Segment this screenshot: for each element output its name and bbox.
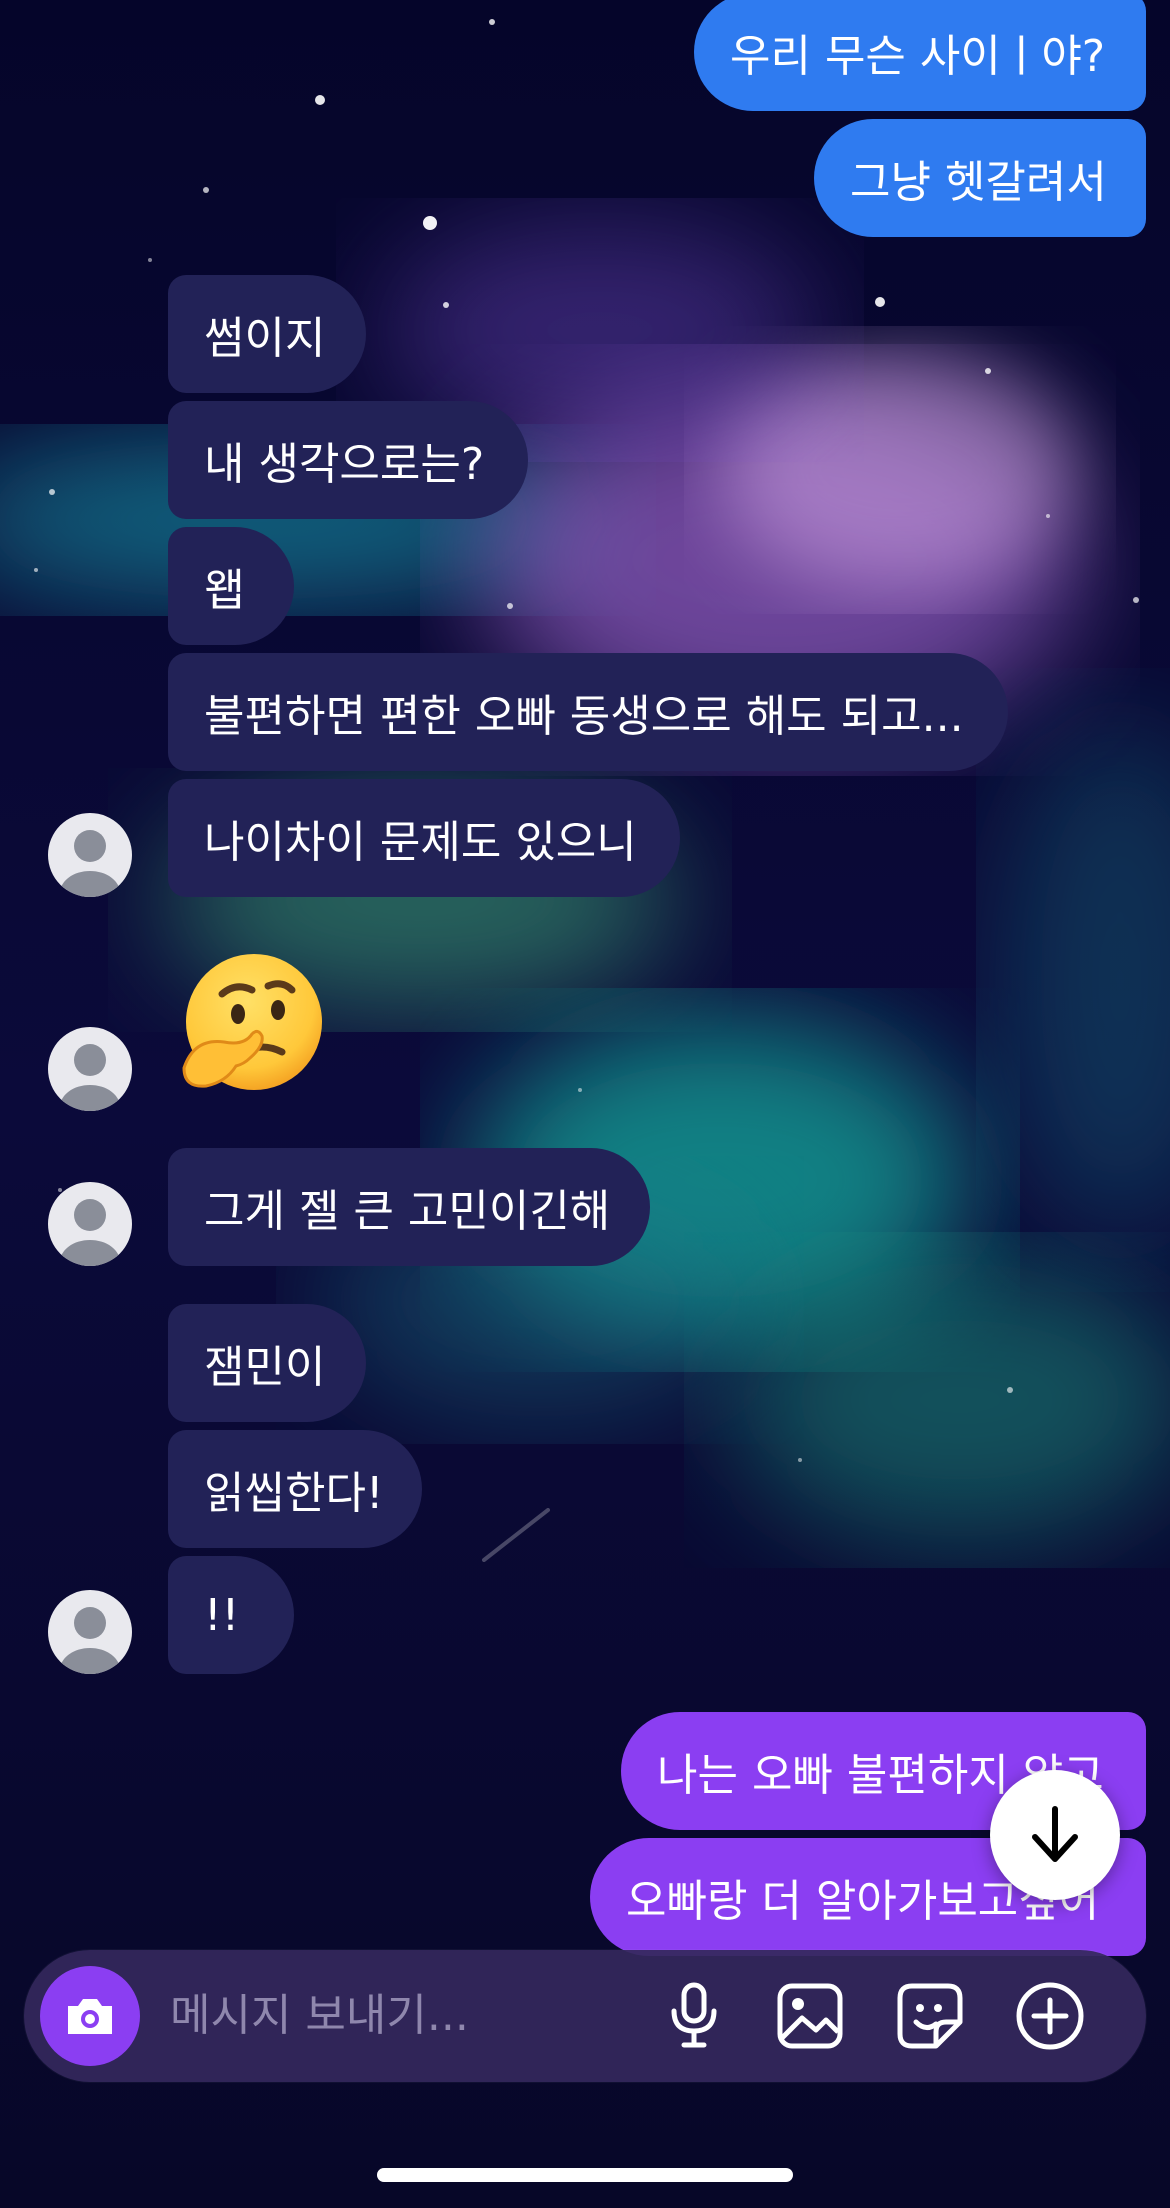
avatar[interactable] [48,1182,132,1266]
default-profile-icon [60,1044,120,1111]
avatar[interactable] [48,813,132,897]
incoming-message[interactable]: 나이차이 문제도 있으니 [168,779,680,897]
incoming-message[interactable]: 잼민이 [168,1304,366,1422]
incoming-message[interactable]: 왭 [168,527,294,645]
message-composer: 메시지 보내기... [24,1950,1146,2082]
message-text: 나이차이 문제도 있으니 [204,817,637,868]
more-options-button[interactable] [1010,1976,1090,2056]
message-text: 썸이지 [204,313,326,364]
plus-circle-icon [1016,1982,1084,2050]
message-text: 읽씹한다! [204,1468,384,1519]
default-profile-icon [60,830,120,897]
home-indicator[interactable] [377,2168,793,2182]
sticker-button[interactable] [890,1976,970,2056]
message-text: 그게 젤 큰 고민이긴해 [204,1186,611,1237]
incoming-message[interactable]: 읽씹한다! [168,1430,422,1548]
avatar[interactable] [48,1027,132,1111]
gallery-button[interactable] [770,1976,850,2056]
gallery-icon [777,1983,843,2049]
default-profile-icon [60,1607,120,1674]
incoming-message[interactable]: 내 생각으로는? [168,401,528,519]
message-text: 그냥 헷갈려서 [850,157,1107,208]
message-input[interactable]: 메시지 보내기... [170,1950,469,2082]
incoming-message[interactable]: 그게 젤 큰 고민이긴해 [168,1148,650,1266]
camera-icon [68,1999,112,2034]
default-profile-icon [60,1199,120,1266]
arrow-down-icon [1032,1806,1078,1862]
camera-button[interactable] [40,1966,140,2066]
sticker-icon [897,1983,963,2049]
incoming-message[interactable]: 썸이지 [168,275,366,393]
incoming-message[interactable]: !! [168,1556,294,1674]
message-text: 우리 무슨 사이ㅣ야? [730,31,1106,82]
thinking-face-emoji[interactable] [174,950,326,1106]
message-text: 내 생각으로는? [204,439,485,490]
message-text: 불편하면 편한 오빠 동생으로 해도 되고... [204,691,964,742]
microphone-icon [671,1982,717,2048]
message-text: 왭 [204,565,245,616]
message-text: 잼민이 [204,1342,326,1393]
voice-message-button[interactable] [654,1976,734,2056]
outgoing-message[interactable]: 그냥 헷갈려서 [814,119,1146,237]
message-text: !! [204,1589,240,1641]
outgoing-message[interactable]: 우리 무슨 사이ㅣ야? [694,0,1146,111]
avatar[interactable] [48,1590,132,1674]
incoming-message[interactable]: 불편하면 편한 오빠 동생으로 해도 되고... [168,653,1008,771]
scroll-to-bottom-button[interactable] [990,1770,1120,1900]
